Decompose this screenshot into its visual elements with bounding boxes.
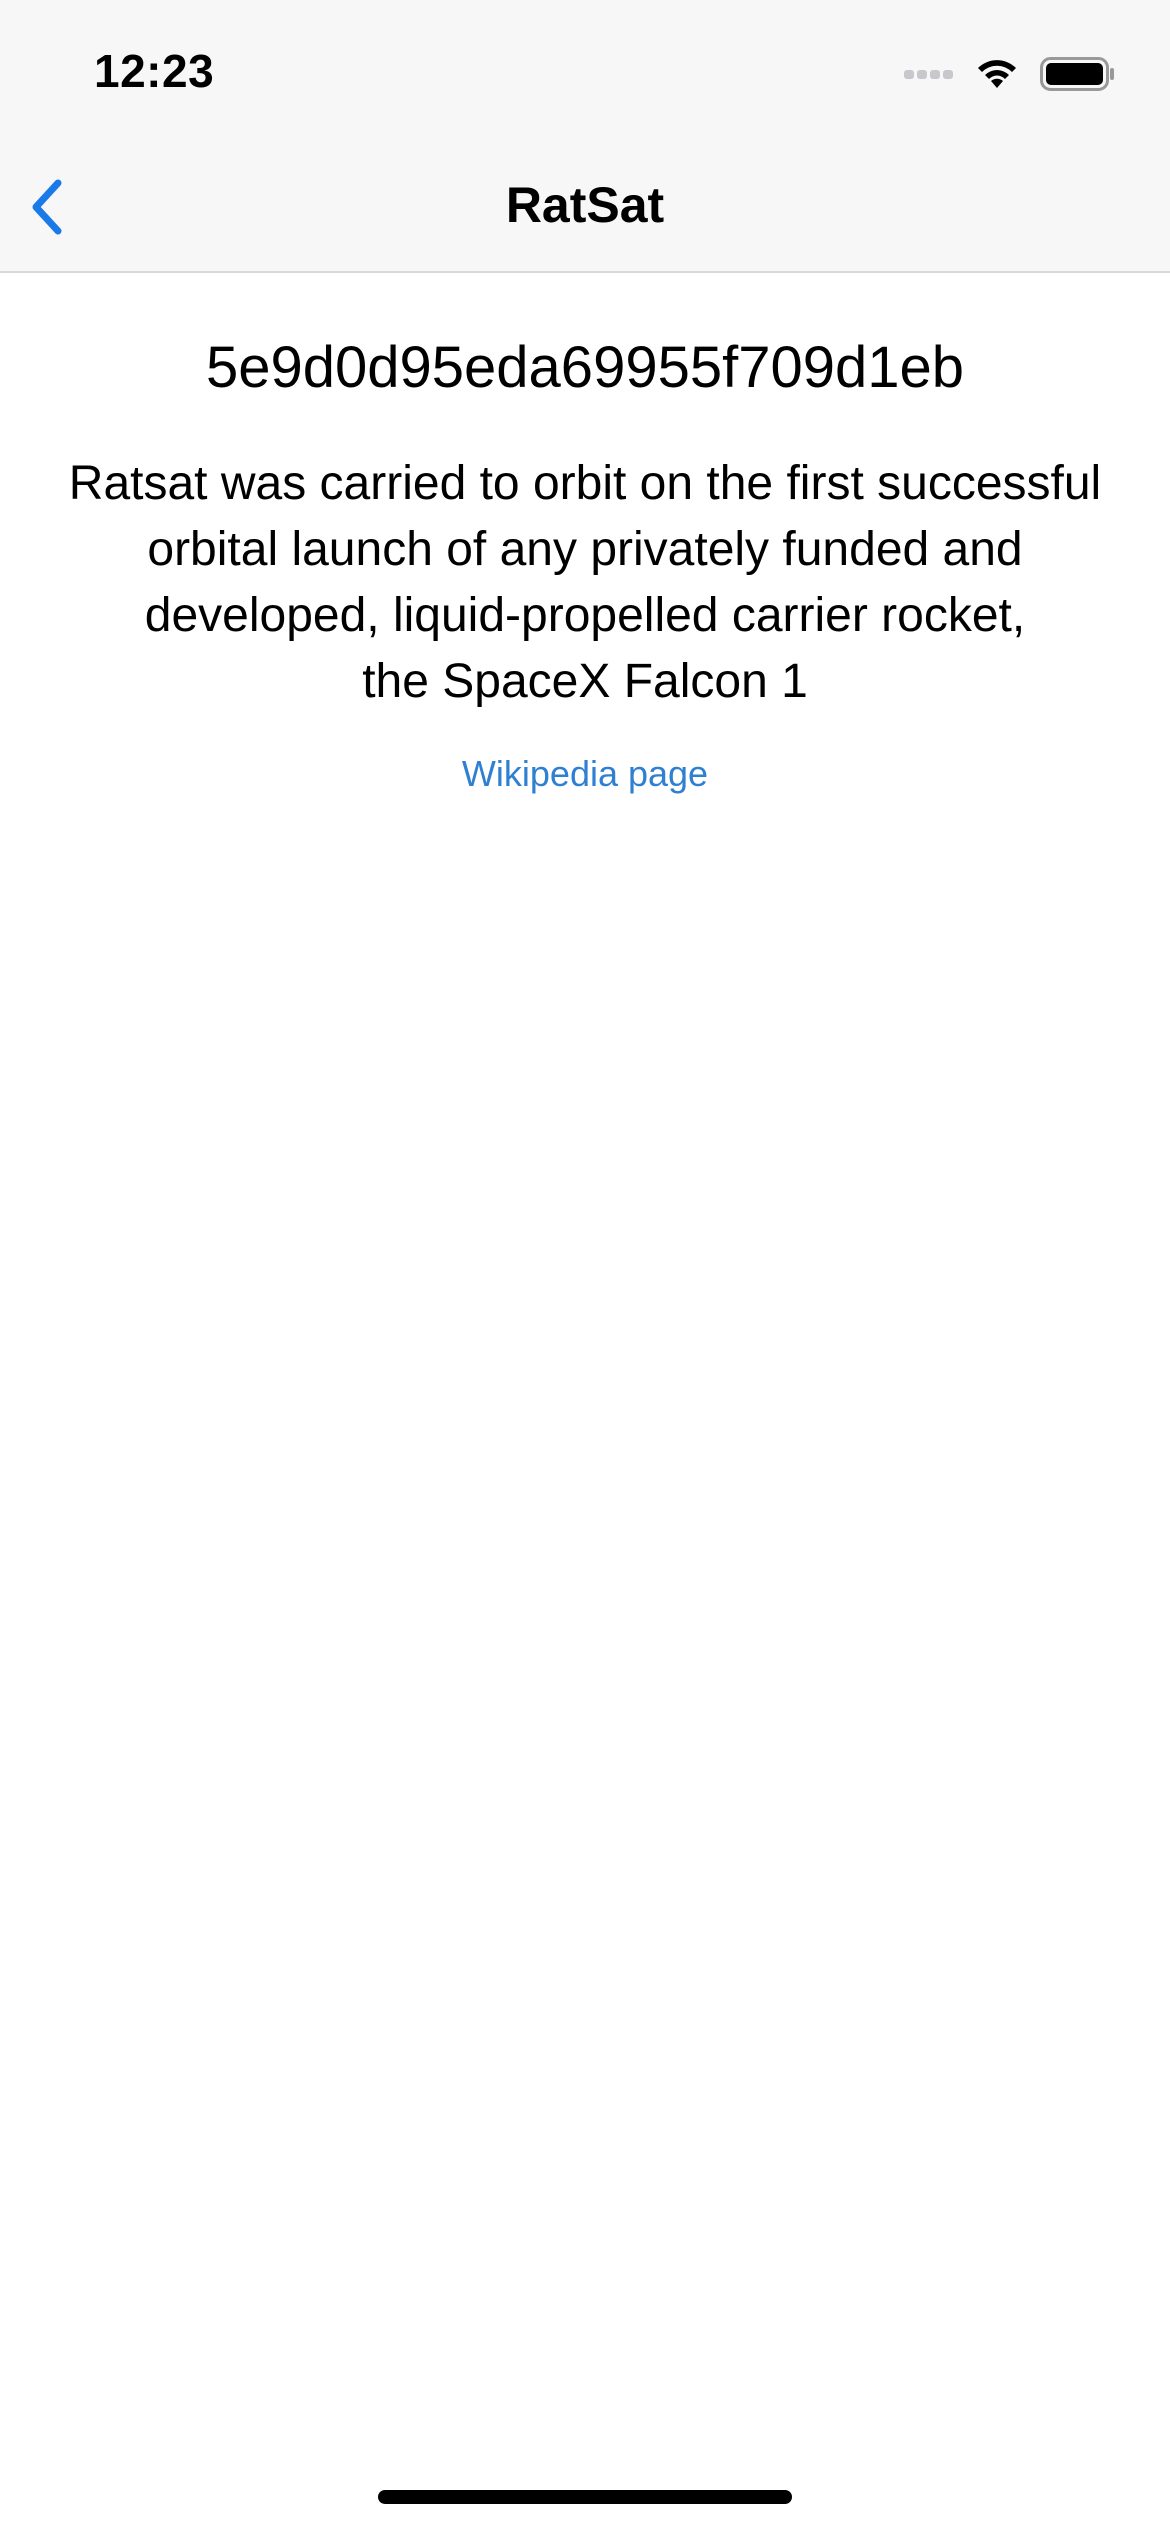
- description-line: developed, liquid-propelled carrier rock…: [144, 588, 1026, 642]
- wifi-icon: [978, 60, 1016, 88]
- top-bar: 12:23 RatSat: [0, 0, 1170, 273]
- status-time: 12:23: [94, 45, 215, 97]
- description: Ratsat was carried to orbit on the first…: [15, 451, 1155, 715]
- item-id: 5e9d0d95eda69955f709d1eb: [205, 335, 965, 400]
- battery-icon: [1040, 57, 1114, 91]
- signal-dots-icon: [904, 69, 956, 79]
- status-icons: [904, 54, 1116, 94]
- description-line: orbital launch of any privately funded a…: [147, 522, 1023, 576]
- description-line: Ratsat was carried to orbit on the first…: [68, 456, 1102, 510]
- wikipedia-link[interactable]: Wikipedia page: [462, 753, 708, 795]
- home-indicator[interactable]: [378, 2490, 792, 2504]
- nav-title: RatSat: [505, 177, 665, 233]
- screen: 12:23 RatSat 5e9d0d95eda69955f709d1eb Ra…: [0, 0, 1170, 2532]
- detail-content: 5e9d0d95eda69955f709d1eb Ratsat was carr…: [0, 273, 1170, 795]
- description-line: the SpaceX Falcon 1: [362, 654, 808, 708]
